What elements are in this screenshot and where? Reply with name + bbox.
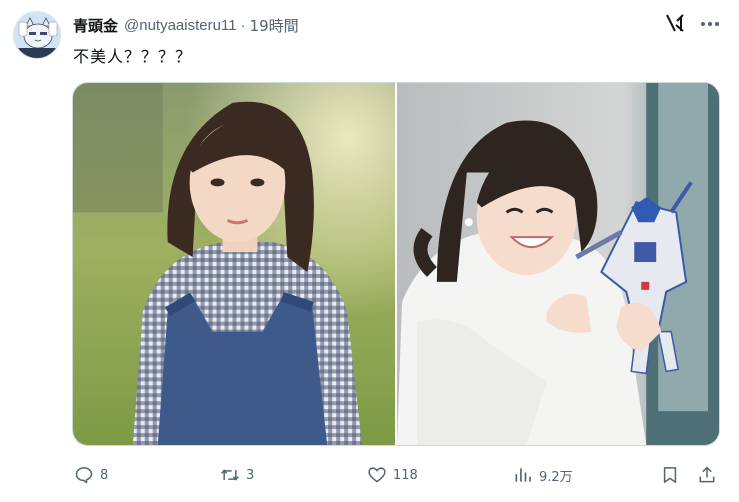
action-bar: 8 3 118 9.2万 xyxy=(72,460,722,490)
heart-icon xyxy=(367,465,387,485)
like-button[interactable]: 118 xyxy=(367,460,418,490)
bookmark-button[interactable] xyxy=(660,460,680,490)
reply-count: 8 xyxy=(100,467,109,483)
view-count: 9.2万 xyxy=(539,469,573,485)
photo-left[interactable] xyxy=(73,83,395,445)
analytics-icon xyxy=(513,465,533,485)
share-button[interactable] xyxy=(697,460,717,490)
photo-right[interactable] xyxy=(397,83,719,445)
separator-dot: · xyxy=(240,16,246,34)
grok-icon[interactable] xyxy=(664,12,686,34)
avatar[interactable] xyxy=(13,11,61,59)
reply-icon xyxy=(74,465,94,485)
bookmark-icon xyxy=(660,465,680,485)
views-button[interactable]: 9.2万 xyxy=(513,460,573,490)
display-name[interactable]: 青頭金 xyxy=(73,15,118,36)
reply-button[interactable]: 8 xyxy=(74,460,108,490)
user-handle[interactable]: @nutyaaisteru11 xyxy=(124,17,237,34)
tweet-text: 不美人？？？？ xyxy=(73,47,193,66)
tweet-media[interactable] xyxy=(72,82,720,446)
retweet-icon xyxy=(220,465,240,485)
retweet-count: 3 xyxy=(246,467,255,483)
like-count: 118 xyxy=(393,467,418,483)
tweet[interactable]: 青頭金 @nutyaaisteru11 · 19時間 不美人？？？？ 8 3 1… xyxy=(0,0,739,502)
more-options-icon[interactable] xyxy=(698,12,722,36)
timestamp[interactable]: 19時間 xyxy=(250,15,299,36)
tweet-header: 青頭金 @nutyaaisteru11 · 19時間 xyxy=(73,14,299,36)
retweet-button[interactable]: 3 xyxy=(220,460,254,490)
share-icon xyxy=(697,465,717,485)
